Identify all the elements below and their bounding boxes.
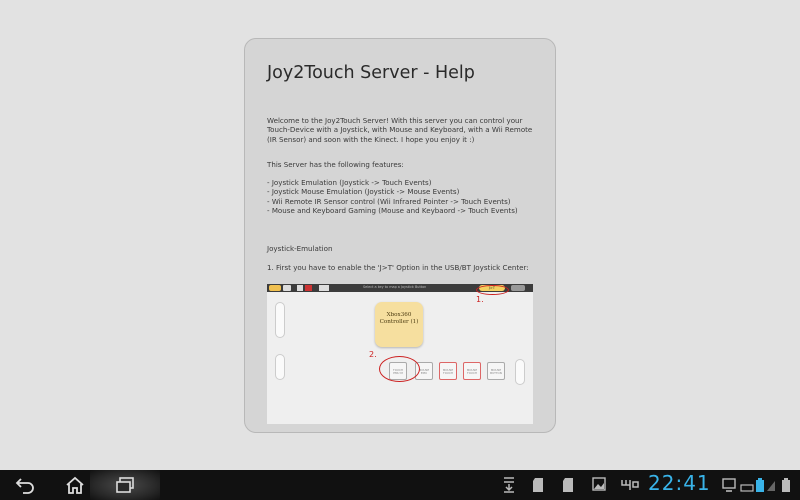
- controller-strip: [515, 359, 525, 385]
- joystick-center-screenshot: Select a key to map a Joystick Button J>…: [267, 284, 533, 424]
- download-icon: [504, 477, 514, 493]
- controller-strip: [275, 354, 285, 380]
- section-title: Joystick-Emulation: [267, 244, 333, 253]
- step-1-text: 1. First you have to enable the 'J>T' Op…: [267, 263, 529, 272]
- feature-item: - Joystick Mouse Emulation (Joystick -> …: [267, 187, 460, 197]
- toolbar-tab: [297, 285, 303, 291]
- mapping-slot: MOUSE BUTTON: [487, 362, 505, 380]
- home-icon[interactable]: [64, 476, 86, 494]
- toolbar-hint: Select a key to map a Joystick Button: [363, 285, 427, 289]
- toolbar-tab: [305, 285, 312, 291]
- feature-item: - Joystick Emulation (Joystick -> Touch …: [267, 178, 432, 187]
- sd-card-icon: [563, 478, 573, 492]
- features-list: - Joystick Emulation (Joystick -> Touch …: [267, 178, 542, 216]
- annotation-label-2: 2.: [369, 350, 377, 359]
- feature-item: - Mouse and Keyboard Gaming (Mouse and K…: [267, 206, 518, 216]
- controller-tile: Xbox360 Controller (1): [375, 302, 423, 347]
- recent-apps-icon[interactable]: [114, 476, 136, 494]
- keyboard-icon: [740, 484, 754, 492]
- toolbar-tab: [283, 285, 291, 291]
- feature-item: - Wii Remote IR Sensor control (Wii Infr…: [267, 196, 511, 206]
- battery-icon: [756, 478, 764, 492]
- back-icon[interactable]: [14, 476, 36, 494]
- clock: 22:41: [648, 471, 711, 495]
- annotation-circle-2: [379, 356, 420, 382]
- features-heading: This Server has the following features:: [267, 160, 404, 169]
- gallery-icon: [592, 477, 606, 491]
- battery-icon: [782, 478, 790, 492]
- usb-icon: [621, 480, 639, 490]
- system-navigation-bar: 22:41: [0, 470, 800, 500]
- sd-card-icon: [533, 478, 543, 492]
- mapping-slot: MOUSE TOUCH: [463, 362, 481, 380]
- toolbar-button: [511, 285, 525, 291]
- annotation-circle-1: [476, 285, 509, 295]
- mapping-slot: MOUSE TOUCH: [439, 362, 457, 380]
- annotation-label-1: 1.: [476, 295, 484, 304]
- screenshot-icon: [722, 478, 736, 492]
- wifi-icon: [767, 481, 775, 491]
- toolbar-tab: [269, 285, 281, 291]
- controller-strip: [275, 302, 285, 338]
- toolbar-tab: [319, 285, 329, 291]
- help-title: Joy2Touch Server - Help: [267, 63, 475, 83]
- help-panel: Joy2Touch Server - Help Welcome to the J…: [244, 38, 556, 433]
- welcome-text: Welcome to the Joy2Touch Server! With th…: [267, 116, 533, 144]
